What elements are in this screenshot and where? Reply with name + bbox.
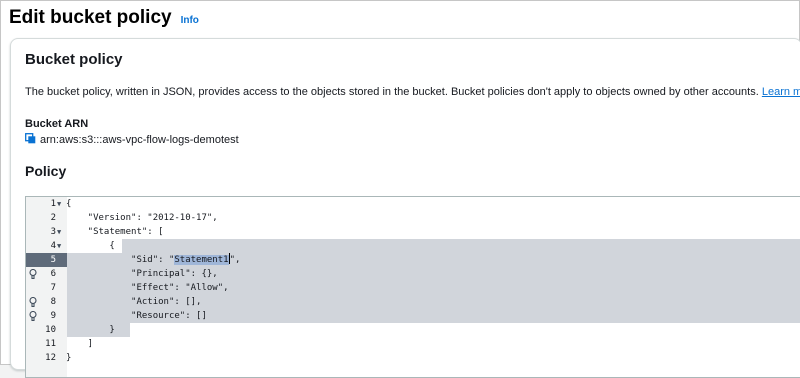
selection-highlight	[122, 239, 800, 253]
code-line: 8 "Action": [],	[26, 295, 800, 309]
policy-code-editor[interactable]: 1 ▼ { 2 "Version": "2012-10-17", 3 ▼ "St…	[25, 196, 800, 378]
code-line: 1 ▼ {	[26, 197, 800, 211]
code-line-active: 5 "Sid": "Statement1",	[26, 253, 800, 267]
code-text: "Action": [],	[66, 297, 202, 307]
learn-more-link[interactable]: Learn more	[762, 86, 800, 98]
learn-more-label: Learn more	[761, 86, 800, 98]
page-frame: Edit bucket policy Info Bucket policy Th…	[0, 0, 800, 378]
line-number: 6	[50, 269, 56, 279]
code-text: "Resource": []	[66, 311, 207, 321]
code-text: "Effect": "Allow",	[66, 283, 229, 293]
code-line: 10 }	[26, 323, 800, 337]
page-title: Edit bucket policy	[9, 7, 172, 28]
code-text: {	[66, 199, 72, 209]
code-text: }	[66, 353, 72, 363]
line-number: 9	[50, 311, 56, 321]
bucket-arn-row: arn:aws:s3:::aws-vpc-flow-logs-demotest	[25, 133, 239, 147]
code-line: 12 }	[26, 351, 800, 365]
code-line: 11 ]	[26, 337, 800, 351]
code-text: "Version": "2012-10-17",	[66, 213, 218, 223]
code-text: }	[66, 325, 115, 335]
bucket-policy-panel: Bucket policy The bucket policy, written…	[10, 38, 800, 378]
code-text: "Statement": [	[66, 227, 164, 237]
code-text: "Principal": {},	[66, 269, 218, 279]
line-number: 5	[50, 255, 56, 265]
info-link[interactable]: Info	[181, 15, 199, 26]
line-number: 4	[50, 241, 56, 251]
fold-icon[interactable]: ▼	[57, 239, 61, 253]
code-text: {	[66, 241, 115, 251]
line-number: 10	[45, 325, 56, 335]
header: Edit bucket policy Info	[9, 7, 199, 29]
code-text-pre: "Sid": "	[66, 255, 175, 265]
fold-icon[interactable]: ▼	[57, 225, 61, 239]
fold-icon[interactable]: ▼	[57, 197, 61, 211]
policy-description: The bucket policy, written in JSON, prov…	[25, 86, 800, 100]
line-number: 3	[50, 227, 56, 237]
line-number: 11	[45, 339, 56, 349]
code-text: "Sid": "Statement1",	[66, 253, 240, 267]
line-number: 12	[45, 353, 56, 363]
copy-icon[interactable]	[25, 133, 36, 147]
panel-title: Bucket policy	[25, 51, 123, 68]
line-number: 8	[50, 297, 56, 307]
code-text-post: ",	[229, 255, 241, 265]
bucket-arn-label: Bucket ARN	[25, 118, 89, 130]
code-text: ]	[66, 339, 94, 349]
line-number: 7	[50, 283, 56, 293]
code-line: 4 ▼ {	[26, 239, 800, 253]
line-number: 1	[50, 199, 56, 209]
code-line: 7 "Effect": "Allow",	[26, 281, 800, 295]
code-line: 6 "Principal": {},	[26, 267, 800, 281]
line-number: 2	[50, 213, 56, 223]
code-line: 3 ▼ "Statement": [	[26, 225, 800, 239]
description-text: The bucket policy, written in JSON, prov…	[25, 86, 759, 98]
highlighted-word: Statement1	[174, 255, 229, 265]
code-line: 9 "Resource": []	[26, 309, 800, 323]
code-line: 2 "Version": "2012-10-17",	[26, 211, 800, 225]
policy-label: Policy	[25, 163, 67, 179]
bucket-arn-value: arn:aws:s3:::aws-vpc-flow-logs-demotest	[40, 134, 239, 146]
